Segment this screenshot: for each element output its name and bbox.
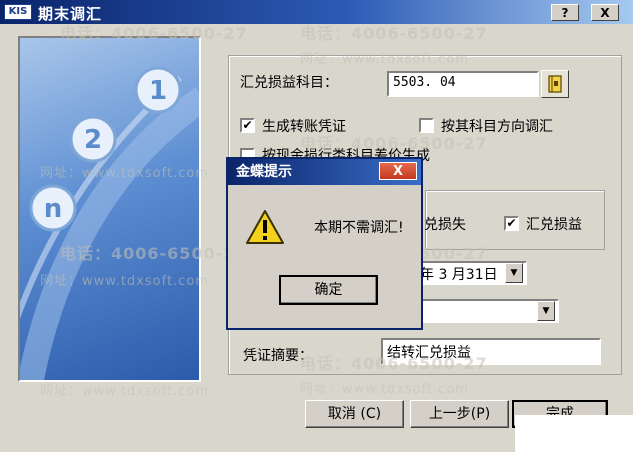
app-logo-icon: KIS xyxy=(4,4,32,20)
generate-voucher-label: 生成转账凭证 xyxy=(262,119,346,135)
exchange-gain-label: 汇兑损益 xyxy=(526,217,582,233)
message-text: 本期不需调汇! xyxy=(314,220,404,236)
exchange-gain-checkbox[interactable]: ✔ xyxy=(504,216,519,231)
step-number-1: 1 xyxy=(149,76,167,106)
warning-icon xyxy=(246,210,284,244)
date-select-value: 年 3 月31日 xyxy=(420,267,498,283)
cancel-button[interactable]: 取消 (C) xyxy=(305,400,404,428)
step-number-2: 2 xyxy=(84,125,102,155)
summary-label: 凭证摘要： xyxy=(243,348,313,364)
step-number-n: n xyxy=(44,194,63,224)
exchange-account-label: 汇兑损益科目： xyxy=(240,75,338,91)
wizard-illustration: 1 2 n xyxy=(18,36,201,382)
chevron-down-icon[interactable]: ▼ xyxy=(537,301,555,321)
message-box: 金蝶提示 X 本期不需调汇! 确定 xyxy=(226,157,423,330)
adjust-by-direction-label: 按其科目方向调汇 xyxy=(441,119,553,135)
summary-input[interactable]: 结转汇兑损益 xyxy=(381,338,601,365)
generate-voucher-checkbox[interactable]: ✔ xyxy=(240,118,255,133)
title-bar: KIS 期末调汇 ? X xyxy=(0,0,633,24)
chevron-down-icon[interactable]: ▼ xyxy=(505,263,523,283)
cropped-area xyxy=(515,415,633,452)
close-button[interactable]: X xyxy=(591,4,619,21)
prev-step-button[interactable]: 上一步(P) xyxy=(410,400,509,428)
exchange-loss-label: 兑损失 xyxy=(424,217,466,233)
watermark-site: 网址：www.tdxsoft.com xyxy=(40,384,209,399)
watermark-site: 网址：www.tdxsoft.com xyxy=(300,382,469,397)
browse-account-button[interactable] xyxy=(541,70,569,98)
adjust-by-direction-checkbox[interactable] xyxy=(419,118,434,133)
ok-button[interactable]: 确定 xyxy=(279,275,378,305)
window-title: 期末调汇 xyxy=(38,5,103,23)
wizard-art: 1 2 n xyxy=(20,66,199,380)
book-icon xyxy=(548,75,562,93)
help-button[interactable]: ? xyxy=(551,4,579,21)
message-box-close-button[interactable]: X xyxy=(379,162,417,180)
exchange-account-input[interactable]: 5503. 04 xyxy=(387,71,539,97)
